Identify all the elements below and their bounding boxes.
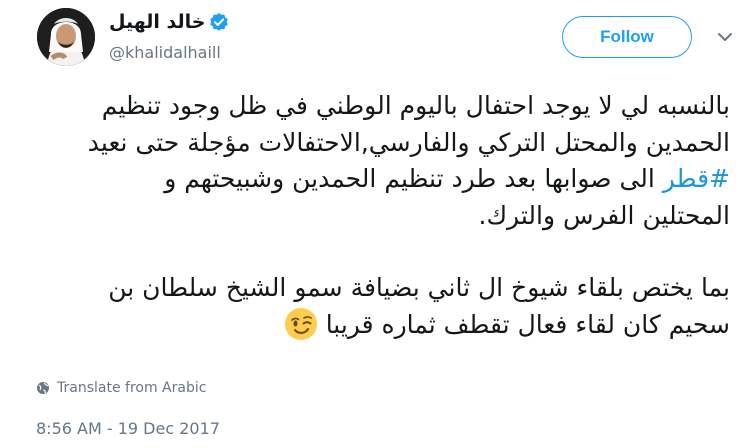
tweet-header: خالد الهيل @khalidalhaill Follow (0, 0, 753, 80)
display-name[interactable]: خالد الهيل (109, 11, 205, 33)
chevron-down-icon[interactable] (716, 28, 734, 46)
tweet-paragraph: بما يختص بلقاء شيوخ ال ثاني بضيافة سمو ا… (30, 270, 730, 343)
tweet-line: سحيم كان لقاء فعال تقطف ثماره قريبا (325, 309, 730, 339)
avatar[interactable] (37, 8, 95, 66)
user-name-row[interactable]: خالد الهيل (109, 10, 229, 34)
translate-link[interactable]: Translate from Arabic (36, 380, 206, 396)
verified-badge-icon (209, 12, 229, 32)
hashtag-link[interactable]: #قطر (663, 164, 730, 193)
globe-icon (36, 381, 50, 395)
tweet-line: المحتلين الفرس والترك. (478, 200, 731, 230)
winking-face-emoji (284, 307, 318, 341)
tweet-line: الى صوابها بعد طرد تنظيم الحمدين وشبيحته… (164, 164, 663, 193)
tweet-paragraph: بالنسبه لي لا يوجد احتفال باليوم الوطني … (30, 88, 730, 234)
follow-button[interactable]: Follow (562, 16, 692, 58)
tweet-timestamp[interactable]: 8:56 AM - 19 Dec 2017 (36, 419, 220, 438)
user-handle[interactable]: @khalidalhaill (109, 43, 221, 62)
translate-label[interactable]: Translate from Arabic (57, 380, 206, 396)
tweet-line: بالنسبه لي لا يوجد احتفال باليوم الوطني … (101, 91, 730, 120)
tweet-line: الحمدين والمحتل التركي والفارسي,الاحتفال… (87, 127, 730, 157)
avatar-image (37, 8, 95, 66)
tweet-text: بالنسبه لي لا يوجد احتفال باليوم الوطني … (30, 88, 730, 343)
tweet-line: بما يختص بلقاء شيوخ ال ثاني بضيافة سمو ا… (108, 273, 730, 302)
